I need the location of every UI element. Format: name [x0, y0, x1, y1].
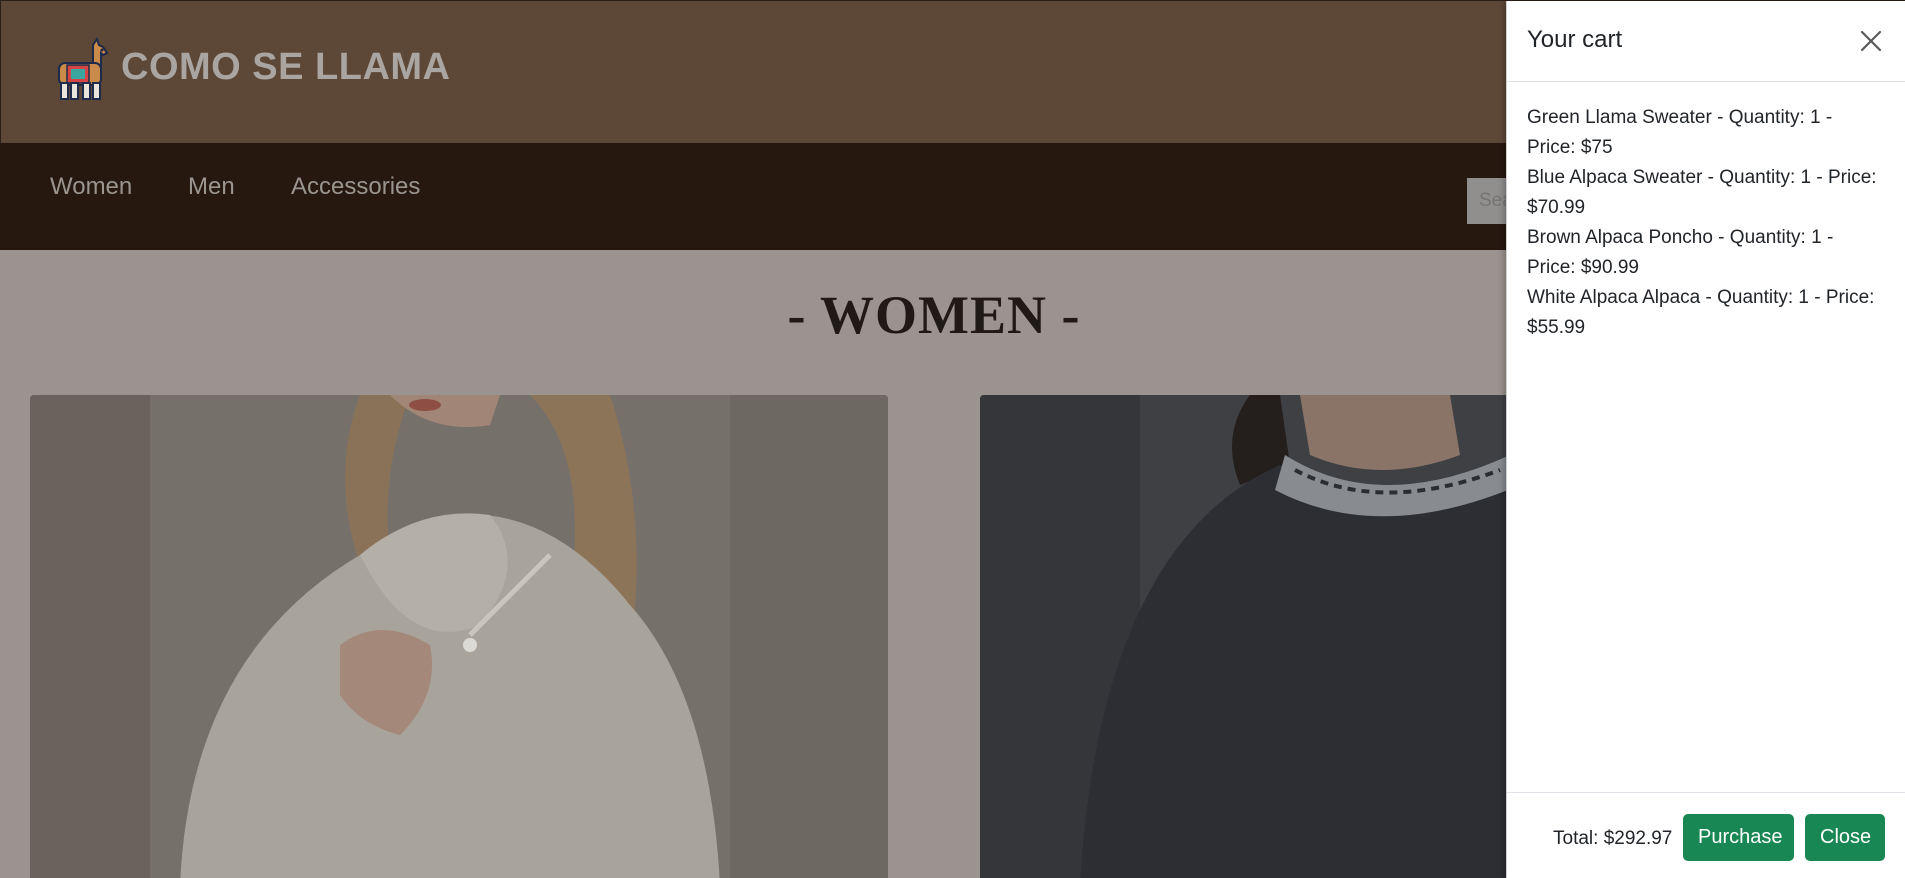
cart-item: White Alpaca Alpaca - Quantity: 1 - Pric…	[1527, 287, 1875, 338]
cart-item: Green Llama Sweater - Quantity: 1 - Pric…	[1527, 107, 1833, 158]
purchase-button[interactable]: Purchase	[1683, 814, 1794, 861]
cart-footer: Total: $292.97 Purchase Close	[1507, 792, 1905, 878]
cart-item: Blue Alpaca Sweater - Quantity: 1 - Pric…	[1527, 167, 1877, 218]
cart-title: Your cart	[1527, 26, 1623, 53]
close-icon[interactable]	[1857, 27, 1885, 55]
cart-items: Green Llama Sweater - Quantity: 1 - Pric…	[1527, 103, 1877, 343]
cart-header: Your cart	[1507, 1, 1905, 82]
close-button[interactable]: Close	[1805, 814, 1885, 861]
cart-item: Brown Alpaca Poncho - Quantity: 1 - Pric…	[1527, 227, 1834, 278]
cart-total: Total: $292.97	[1553, 828, 1673, 849]
cart-offcanvas: Your cart Green Llama Sweater - Quantity…	[1506, 1, 1905, 878]
